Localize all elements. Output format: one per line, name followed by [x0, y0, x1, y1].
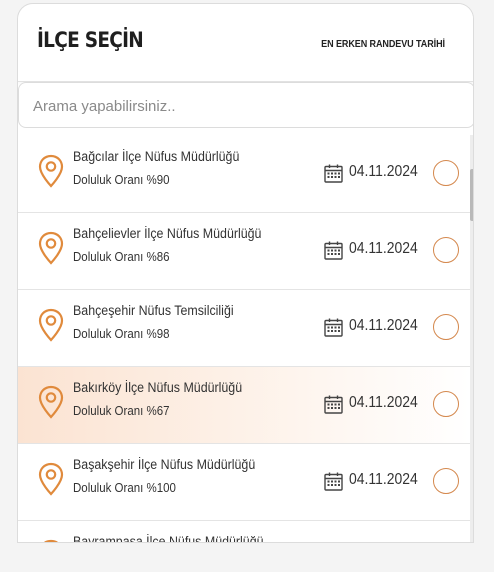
district-selection-panel: İLÇE SEÇİN EN ERKEN RANDEVU TARİHİ Bağcı…: [17, 3, 474, 543]
calendar-icon: [324, 318, 343, 337]
occupancy-rate: Doluluk Oranı %98: [73, 327, 170, 341]
list-item[interactable]: Bayrampaşa İlçe Nüfus Müdürlüğü: [18, 521, 470, 543]
earliest-date: 04.11.2024: [349, 317, 418, 334]
earliest-date: 04.11.2024: [349, 394, 418, 411]
select-radio[interactable]: [433, 160, 459, 186]
list-item[interactable]: Bahçelievler İlçe Nüfus Müdürlüğü Dolulu…: [18, 213, 470, 290]
location-pin-icon: [38, 385, 64, 419]
earliest-date: 04.11.2024: [349, 471, 418, 488]
location-pin-icon: [38, 308, 64, 342]
location-pin-icon: [38, 462, 64, 496]
district-name: Başakşehir İlçe Nüfus Müdürlüğü: [73, 457, 256, 472]
occupancy-rate: Doluluk Oranı %90: [73, 173, 170, 187]
select-radio[interactable]: [433, 237, 459, 263]
calendar-icon: [324, 164, 343, 183]
district-name: Bakırköy İlçe Nüfus Müdürlüğü: [73, 380, 243, 395]
occupancy-rate: Doluluk Oranı %100: [73, 481, 176, 495]
location-pin-icon: [38, 154, 64, 188]
district-name: Bahçeşehir Nüfus Temsilciliği: [73, 303, 234, 318]
earliest-date: 04.11.2024: [349, 163, 418, 180]
earliest-date: 04.11.2024: [349, 240, 418, 257]
occupancy-rate: Doluluk Oranı %86: [73, 250, 170, 264]
panel-header: İLÇE SEÇİN EN ERKEN RANDEVU TARİHİ: [18, 4, 473, 82]
district-list[interactable]: Bağcılar İlçe Nüfus Müdürlüğü Doluluk Or…: [18, 135, 470, 543]
search-box[interactable]: [18, 82, 473, 128]
list-item-highlighted[interactable]: Bakırköy İlçe Nüfus Müdürlüğü Doluluk Or…: [18, 367, 470, 444]
earliest-appointment-date-header: EN ERKEN RANDEVU TARİHİ: [321, 38, 445, 50]
calendar-icon: [324, 241, 343, 260]
page-title: İLÇE SEÇİN: [37, 28, 144, 52]
district-name: Bahçelievler İlçe Nüfus Müdürlüğü: [73, 226, 262, 241]
location-pin-icon: [43, 539, 59, 542]
scrollbar-thumb[interactable]: [470, 169, 473, 221]
district-name: Bayrampaşa İlçe Nüfus Müdürlüğü: [73, 534, 264, 543]
select-radio[interactable]: [433, 314, 459, 340]
list-item[interactable]: Bahçeşehir Nüfus Temsilciliği Doluluk Or…: [18, 290, 470, 367]
select-radio[interactable]: [433, 391, 459, 417]
calendar-icon: [324, 395, 343, 414]
search-input[interactable]: [33, 95, 453, 117]
district-name: Bağcılar İlçe Nüfus Müdürlüğü: [73, 149, 240, 164]
calendar-icon: [324, 472, 343, 491]
list-item[interactable]: Başakşehir İlçe Nüfus Müdürlüğü Doluluk …: [18, 444, 470, 521]
list-item[interactable]: Bağcılar İlçe Nüfus Müdürlüğü Doluluk Or…: [18, 136, 470, 213]
select-radio[interactable]: [433, 468, 459, 494]
location-pin-icon: [38, 231, 64, 265]
occupancy-rate: Doluluk Oranı %67: [73, 404, 170, 418]
